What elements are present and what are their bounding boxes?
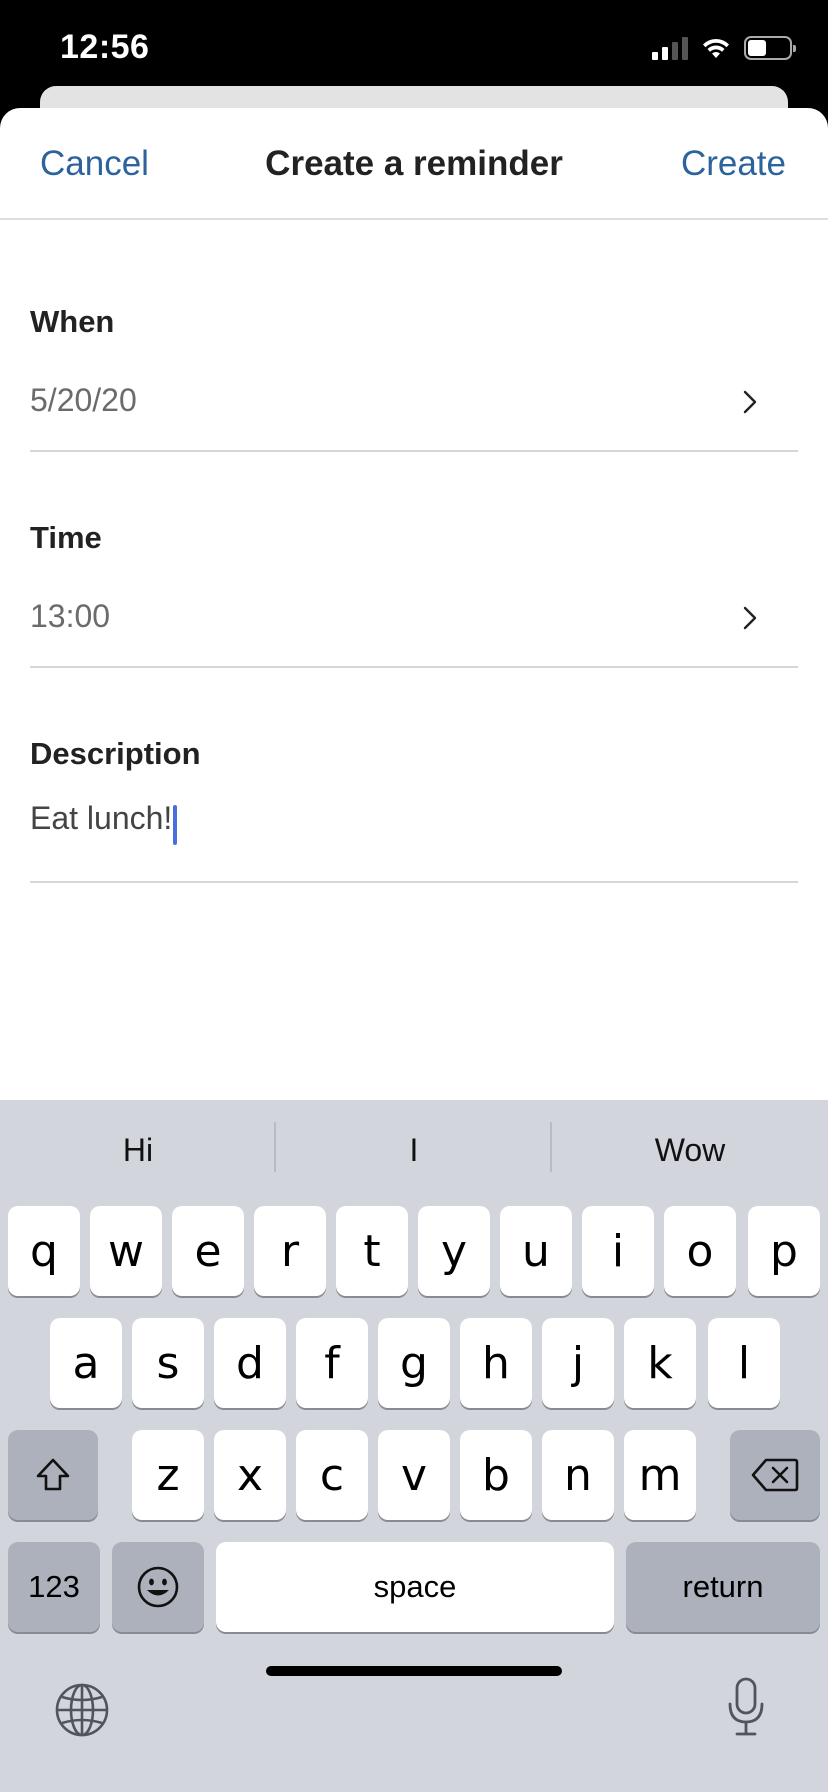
time-label: Time xyxy=(30,520,102,555)
emoji-icon xyxy=(137,1566,179,1608)
key-s[interactable]: s xyxy=(132,1318,204,1408)
key-r[interactable]: r xyxy=(254,1206,326,1296)
home-indicator[interactable] xyxy=(266,1666,562,1676)
suggestion-item[interactable]: I xyxy=(276,1100,552,1200)
nav-bar: Cancel Create a reminder Create xyxy=(0,108,828,220)
numbers-key[interactable]: 123 xyxy=(8,1542,100,1632)
when-value: 5/20/20 xyxy=(30,382,137,418)
description-value: Eat lunch! xyxy=(30,800,173,836)
key-c[interactable]: c xyxy=(296,1430,368,1520)
key-i[interactable]: i xyxy=(582,1206,654,1296)
key-b[interactable]: b xyxy=(460,1430,532,1520)
key-k[interactable]: k xyxy=(624,1318,696,1408)
text-cursor xyxy=(173,804,178,845)
divider xyxy=(30,666,798,668)
suggestion-item[interactable]: Hi xyxy=(0,1100,276,1200)
backspace-icon xyxy=(751,1458,799,1492)
key-m[interactable]: m xyxy=(624,1430,696,1520)
space-key[interactable]: space xyxy=(216,1542,614,1632)
divider xyxy=(30,881,798,883)
suggestion-item[interactable]: Wow xyxy=(552,1100,828,1200)
when-label: When xyxy=(30,304,115,339)
key-e[interactable]: e xyxy=(172,1206,244,1296)
shift-key[interactable] xyxy=(8,1430,98,1520)
key-h[interactable]: h xyxy=(460,1318,532,1408)
description-label: Description xyxy=(30,736,201,771)
key-v[interactable]: v xyxy=(378,1430,450,1520)
microphone-icon[interactable] xyxy=(726,1676,766,1738)
description-input[interactable]: Eat lunch! xyxy=(30,800,798,850)
wifi-icon xyxy=(703,38,729,58)
key-p[interactable]: p xyxy=(748,1206,820,1296)
key-o[interactable]: o xyxy=(664,1206,736,1296)
chevron-right-icon xyxy=(743,390,757,414)
delete-key[interactable] xyxy=(730,1430,820,1520)
chevron-right-icon xyxy=(743,606,757,630)
create-button[interactable]: Create xyxy=(681,144,786,184)
keyboard: Hi I Wow q w e r t y u i o p a s d f g h… xyxy=(0,1100,828,1792)
emoji-key[interactable] xyxy=(112,1542,204,1632)
globe-icon[interactable] xyxy=(54,1682,110,1738)
key-y[interactable]: y xyxy=(418,1206,490,1296)
key-q[interactable]: q xyxy=(8,1206,80,1296)
key-g[interactable]: g xyxy=(378,1318,450,1408)
key-n[interactable]: n xyxy=(542,1430,614,1520)
status-bar: 12:56 xyxy=(0,0,828,100)
key-z[interactable]: z xyxy=(132,1430,204,1520)
key-x[interactable]: x xyxy=(214,1430,286,1520)
status-time: 12:56 xyxy=(60,28,150,66)
battery-icon xyxy=(744,36,796,60)
key-j[interactable]: j xyxy=(542,1318,614,1408)
key-l[interactable]: l xyxy=(708,1318,780,1408)
key-t[interactable]: t xyxy=(336,1206,408,1296)
cellular-signal-icon xyxy=(652,36,688,60)
shift-icon xyxy=(36,1458,70,1491)
description-field: Description Eat lunch! xyxy=(30,736,798,850)
key-d[interactable]: d xyxy=(214,1318,286,1408)
key-f[interactable]: f xyxy=(296,1318,368,1408)
time-picker[interactable]: 13:00 xyxy=(30,598,798,648)
return-key[interactable]: return xyxy=(626,1542,820,1632)
time-field: Time 13:00 xyxy=(30,520,798,648)
key-w[interactable]: w xyxy=(90,1206,162,1296)
status-icons xyxy=(652,36,796,60)
time-value: 13:00 xyxy=(30,598,111,634)
suggestion-bar: Hi I Wow xyxy=(0,1100,828,1200)
when-date-picker[interactable]: 5/20/20 xyxy=(30,382,798,432)
key-a[interactable]: a xyxy=(50,1318,122,1408)
key-u[interactable]: u xyxy=(500,1206,572,1296)
when-field: When 5/20/20 xyxy=(30,304,798,432)
divider xyxy=(30,450,798,452)
